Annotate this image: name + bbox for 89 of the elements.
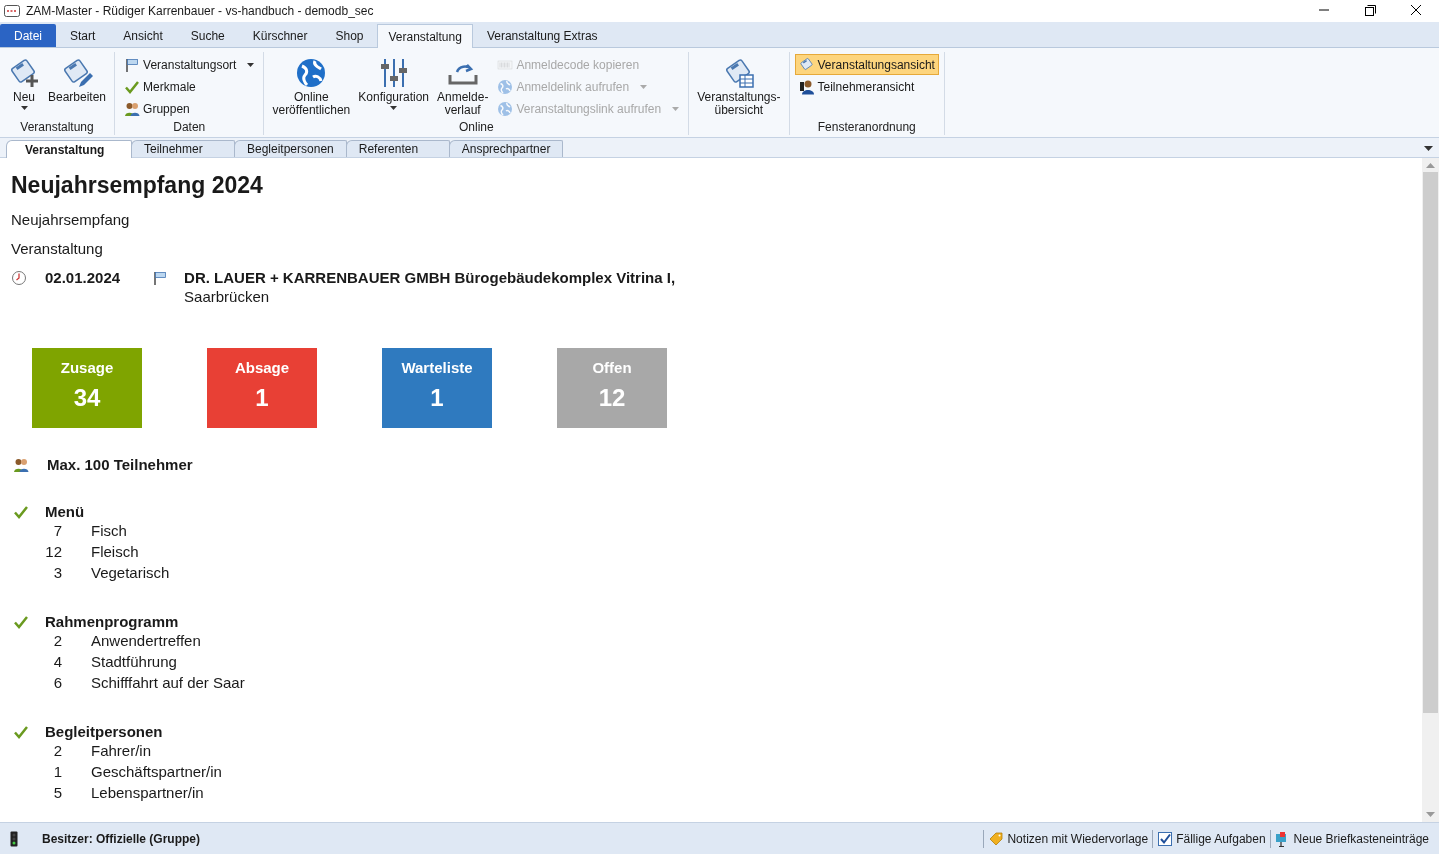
- count-value: 4: [52, 652, 63, 672]
- ribbon-button[interactable]: Merkmale: [121, 77, 258, 96]
- ribbon-button[interactable]: Veranstaltungsansicht: [795, 55, 938, 74]
- ticket-plus-icon: [8, 57, 40, 89]
- ribbon-button[interactable]: Online veröffentlichen: [270, 55, 353, 120]
- group-label: Veranstaltung: [19, 120, 95, 135]
- status-button[interactable]: Notizen mit Wiedervorlage: [983, 829, 1153, 848]
- document-tab[interactable]: Referenten: [345, 140, 450, 157]
- ribbon-tab[interactable]: Kürschner: [238, 24, 322, 47]
- count-value: 1: [52, 762, 63, 782]
- document-tab[interactable]: Ansprechpartner: [448, 140, 564, 157]
- file-tab[interactable]: Datei: [0, 24, 56, 47]
- document-tab[interactable]: Begleitpersonen: [234, 140, 347, 157]
- document-tab[interactable]: Teilnehmer: [131, 140, 235, 157]
- ribbon-tab[interactable]: Start: [56, 24, 110, 47]
- ticket-icon: [798, 56, 815, 73]
- flag-icon: [152, 270, 169, 286]
- tag-icon: [988, 830, 1005, 847]
- ribbon-tab[interactable]: Veranstaltung Extras: [472, 24, 612, 47]
- event-city: Saarbrücken: [184, 288, 271, 305]
- option-label: Fahrer/in: [91, 741, 152, 761]
- option-label: Lebenspartner/in: [91, 783, 204, 803]
- document-tab[interactable]: Veranstaltung: [6, 140, 132, 158]
- option-label: Fisch: [91, 521, 127, 541]
- option-label: Anwendertreffen: [91, 631, 201, 651]
- event-title: Neujahrsempfang 2024: [11, 172, 264, 199]
- person-icon: [798, 78, 815, 95]
- scroll-up-icon[interactable]: [1426, 163, 1435, 168]
- group-label: Online: [457, 120, 495, 135]
- count-value: 5: [52, 783, 63, 803]
- group-label: Daten: [172, 120, 207, 135]
- caret-icon: [390, 106, 398, 110]
- dropdown-icon[interactable]: [1424, 146, 1433, 151]
- globe-icon: [295, 57, 328, 89]
- option-label: Fleisch: [91, 542, 139, 562]
- status-tile: Absage 1: [207, 348, 317, 428]
- scroll-down-icon[interactable]: [1426, 812, 1435, 817]
- count-value: 2: [52, 631, 63, 651]
- option-label: Geschäftspartner/in: [91, 762, 222, 782]
- ribbon-tab[interactable]: Shop: [321, 24, 378, 47]
- section-title: Rahmenprogramm: [45, 613, 179, 630]
- group-label: Fensteranordnung: [816, 120, 917, 135]
- count-value: 12: [44, 542, 63, 562]
- caret-icon: [247, 62, 255, 67]
- count-value: 6: [52, 673, 63, 693]
- status-tile: Offen 12: [557, 348, 667, 428]
- event-subtitle: Neujahrsempfang: [11, 211, 131, 228]
- status-button[interactable]: Neue Briefkasteneinträge: [1269, 829, 1433, 848]
- section-title: Begleitpersonen: [45, 723, 163, 740]
- option-label: Vegetarisch: [91, 563, 170, 583]
- ribbon-button[interactable]: Neu: [6, 55, 42, 120]
- ribbon-button[interactable]: Gruppen: [121, 99, 258, 118]
- event-date: 02.01.2024: [45, 269, 121, 286]
- ribbon-tab[interactable]: Ansicht: [109, 24, 177, 47]
- capacity-label: Max. 100 Teilnehmer: [47, 456, 193, 473]
- option-label: Stadtführung: [91, 652, 177, 672]
- ribbon-tab[interactable]: Suche: [176, 24, 239, 47]
- checkbox-icon: [1157, 830, 1174, 847]
- scrollbar[interactable]: [1422, 158, 1439, 822]
- status-tile: Zusage 34: [32, 348, 142, 428]
- caret-icon: [640, 84, 648, 89]
- status-tile: Warteliste 1: [382, 348, 492, 428]
- option-label: Schifffahrt auf der Saar: [91, 673, 245, 693]
- caret-icon: [20, 106, 28, 110]
- ribbon-button[interactable]: Teilnehmeransicht: [795, 77, 938, 96]
- clock-icon: [11, 270, 27, 286]
- ribbon-button[interactable]: Veranstaltungs- übersicht: [695, 55, 783, 135]
- section-title: Menü: [45, 503, 85, 520]
- globe-icon: [497, 78, 514, 95]
- event-venue: DR. LAUER + KARRENBAUER GMBH Bürogebäudekomplex Vitrina I,: [184, 269, 676, 286]
- caret-icon: [672, 106, 680, 111]
- people-icon: [13, 456, 29, 473]
- event-type: Veranstaltung: [11, 240, 104, 257]
- flag-icon: [124, 56, 141, 73]
- ribbon-button[interactable]: Konfiguration: [356, 55, 431, 120]
- ticket-pencil-icon: [61, 57, 93, 89]
- count-value: 3: [52, 563, 63, 583]
- count-value: 7: [52, 521, 63, 541]
- count-value: 2: [52, 741, 63, 761]
- status-button[interactable]: Fällige Aufgaben: [1152, 829, 1270, 848]
- ribbon-button[interactable]: Anmelde- verlauf: [435, 55, 491, 120]
- ribbon-tab[interactable]: Veranstaltung: [377, 24, 473, 48]
- ribbon-button[interactable]: Bearbeiten: [46, 55, 109, 120]
- people-icon: [124, 100, 141, 117]
- globe-icon: [497, 100, 514, 117]
- app-icon: [4, 5, 20, 17]
- window-title: ZAM-Master - Rüdiger Karrenbauer - vs-handbuch - demodb_sec: [26, 4, 374, 18]
- owner-label: Besitzer: Offizielle (Gruppe): [42, 831, 201, 846]
- ribbon-button[interactable]: Veranstaltungsort: [121, 55, 258, 74]
